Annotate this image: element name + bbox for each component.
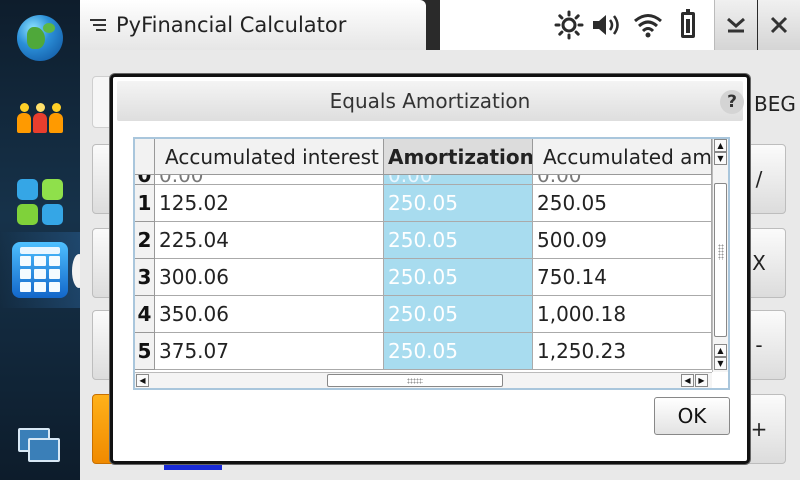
scroll-left-button-2[interactable]: ◀ xyxy=(681,374,694,387)
task-switcher-icon xyxy=(18,428,62,464)
row-header[interactable]: 3 xyxy=(135,259,155,296)
table-cell[interactable]: 350.06 xyxy=(155,296,384,333)
column-header-amortization[interactable]: Amortization xyxy=(384,139,533,175)
table-cell[interactable]: 375.07 xyxy=(155,333,384,370)
minimize-button[interactable] xyxy=(714,0,757,50)
table-cell[interactable]: 250.05 xyxy=(384,222,533,259)
menu-icon xyxy=(90,19,106,31)
table-cell[interactable]: 250.05 xyxy=(384,296,533,333)
globe-icon xyxy=(17,15,63,61)
amortization-table[interactable]: Accumulated interest Amortization Accumu… xyxy=(133,137,730,390)
scroll-down-button[interactable]: ▼ xyxy=(714,357,727,370)
help-button[interactable]: ? xyxy=(720,90,744,114)
contacts-launcher[interactable] xyxy=(0,80,80,156)
row-header[interactable]: 5 xyxy=(135,333,155,370)
launcher-dock xyxy=(0,0,86,480)
contacts-icon xyxy=(17,103,63,133)
table-cell[interactable]: 250.05 xyxy=(533,185,712,222)
table-cell[interactable]: 750.14 xyxy=(533,259,712,296)
table-corner[interactable] xyxy=(135,139,155,175)
row-header[interactable]: 2 xyxy=(135,222,155,259)
table-cell[interactable]: 0.00 xyxy=(384,175,533,185)
horizontal-scrollbar[interactable]: ◀ ◀ ▶ xyxy=(135,372,712,388)
row-header[interactable]: 0 xyxy=(135,175,155,185)
applications-launcher[interactable] xyxy=(0,164,80,240)
table-cell[interactable]: 0.00 xyxy=(533,175,712,185)
app-title: PyFinancial Calculator xyxy=(116,13,347,37)
close-icon xyxy=(770,16,788,34)
table-cell[interactable]: 1,000.18 xyxy=(533,296,712,333)
vertical-scroll-thumb[interactable] xyxy=(714,183,727,337)
scroll-up-button-2[interactable]: ▼ xyxy=(714,152,727,165)
applications-icon xyxy=(17,179,63,225)
amortization-dialog: Equals Amortization ? Accumulated intere… xyxy=(110,74,750,464)
volume-icon xyxy=(590,8,624,42)
beg-label: BEG xyxy=(754,92,796,116)
title-bar: PyFinancial Calculator xyxy=(80,0,800,50)
close-button[interactable] xyxy=(758,0,800,50)
brightness-icon xyxy=(552,8,586,42)
dialog-header: Equals Amortization ? xyxy=(117,81,744,121)
row-header[interactable]: 1 xyxy=(135,185,155,222)
status-area[interactable] xyxy=(440,0,715,50)
horizontal-scroll-thumb[interactable] xyxy=(327,374,503,387)
table-cell[interactable]: 300.06 xyxy=(155,259,384,296)
vertical-scrollbar[interactable]: ▲ ▼ ▲ ▼ xyxy=(712,139,728,372)
scroll-right-button[interactable]: ▶ xyxy=(695,374,708,387)
table-cell[interactable]: 225.04 xyxy=(155,222,384,259)
table-cell[interactable]: 125.02 xyxy=(155,185,384,222)
table-cell[interactable]: 1,250.23 xyxy=(533,333,712,370)
table-cell[interactable]: 250.05 xyxy=(384,333,533,370)
battery-icon xyxy=(671,8,705,42)
calculator-icon xyxy=(12,242,68,298)
table-cell[interactable]: 500.09 xyxy=(533,222,712,259)
calculator-launcher[interactable] xyxy=(0,232,86,308)
browser-launcher[interactable] xyxy=(0,0,80,76)
scroll-up-button[interactable]: ▲ xyxy=(714,139,727,152)
dialog-title: Equals Amortization xyxy=(329,89,531,113)
table-cell[interactable]: 250.05 xyxy=(384,185,533,222)
scroll-down-button-2[interactable]: ▲ xyxy=(714,344,727,357)
column-header-accumulated-interest[interactable]: Accumulated interest xyxy=(155,139,384,175)
chevron-down-icon xyxy=(727,17,745,33)
ok-button[interactable]: OK xyxy=(654,397,730,435)
app-menu-tab[interactable]: PyFinancial Calculator xyxy=(80,0,426,50)
column-header-accumulated-amortization[interactable]: Accumulated amortization xyxy=(533,139,712,175)
row-header[interactable]: 4 xyxy=(135,296,155,333)
wifi-icon xyxy=(631,8,665,42)
table-cell[interactable]: 250.05 xyxy=(384,259,533,296)
app-window: PyFinancial Calculator BEG / X - + Equal… xyxy=(80,0,800,480)
table-cell[interactable]: 0.00 xyxy=(155,175,384,185)
task-switcher[interactable] xyxy=(0,408,80,480)
scroll-left-button[interactable]: ◀ xyxy=(136,374,149,387)
